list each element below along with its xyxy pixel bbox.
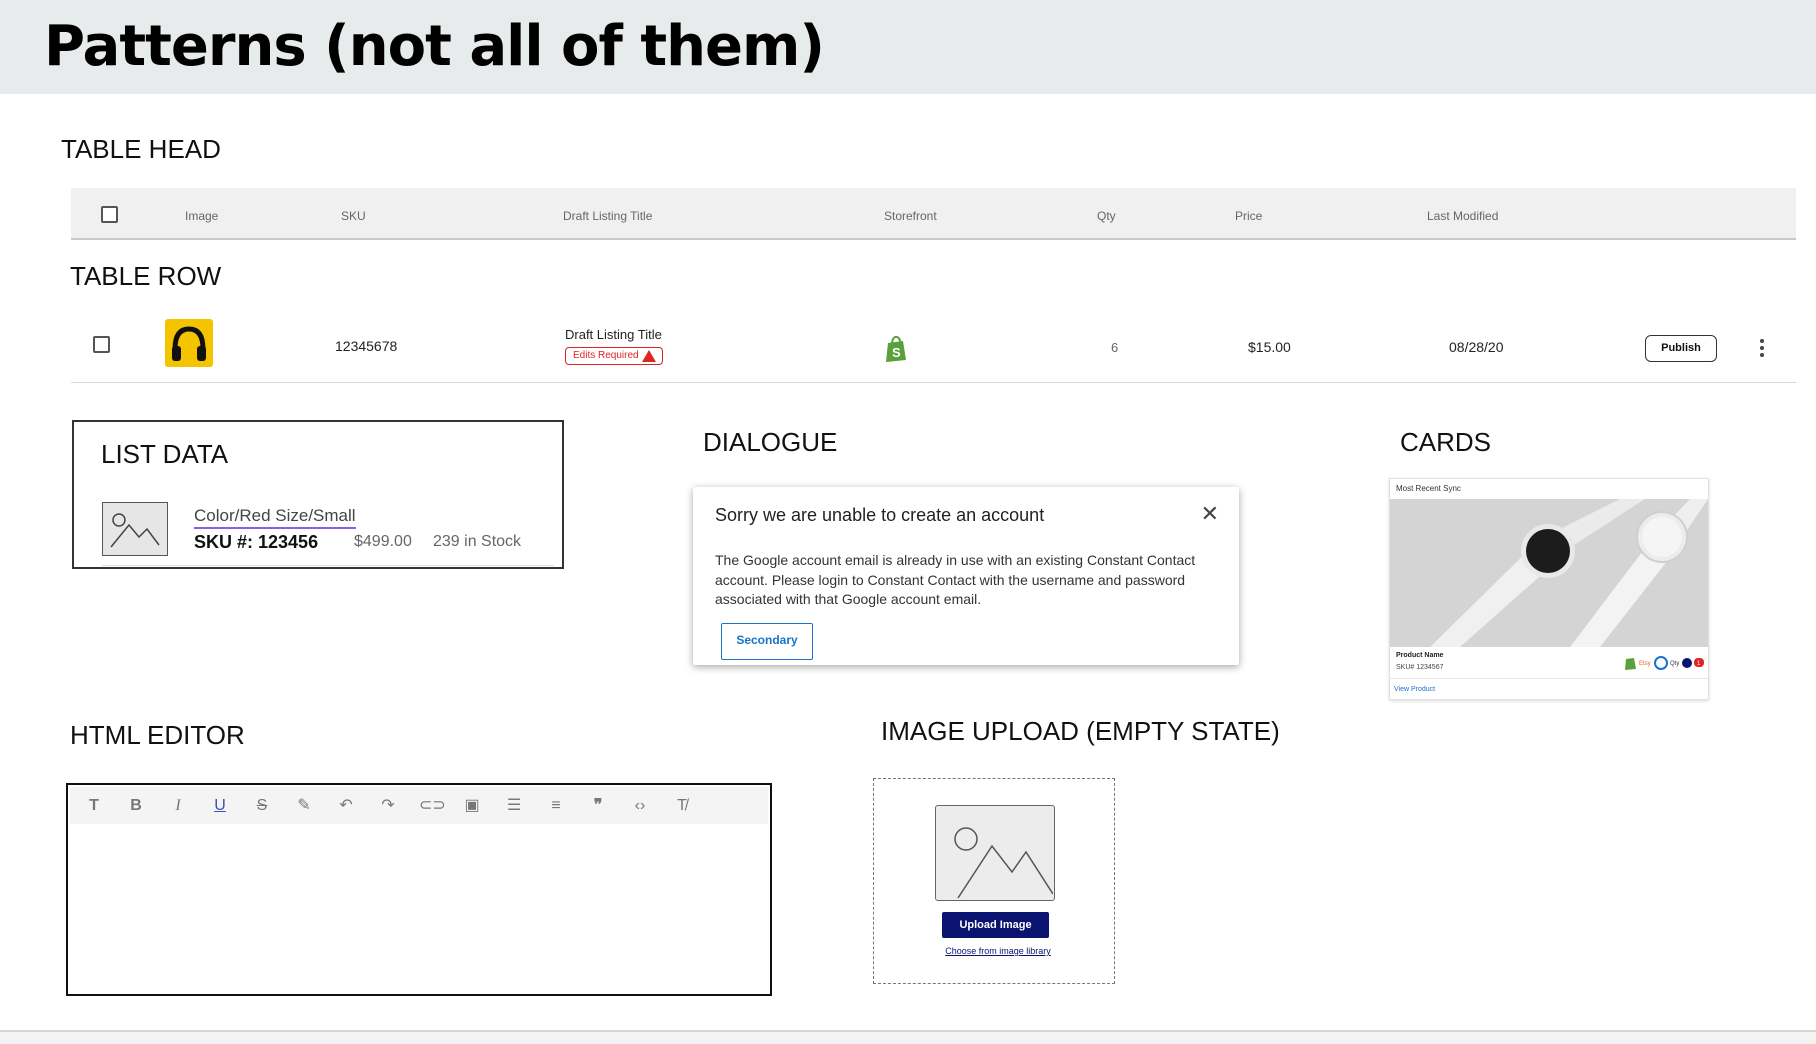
- html-editor[interactable]: T B I U S ✎ ↶ ↷ ⊂⊃ ▣ ☰ ≡ ❞ ‹› T̸: [66, 783, 772, 996]
- column-header-last-modified[interactable]: Last Modified: [1427, 209, 1498, 223]
- etsy-label: Etsy: [1639, 661, 1651, 667]
- list-divider: [102, 565, 554, 566]
- strikethrough-icon[interactable]: S: [251, 795, 273, 817]
- qty-label: Qty: [1670, 661, 1679, 667]
- column-header-storefront[interactable]: Storefront: [884, 209, 937, 223]
- column-header-price[interactable]: Price: [1235, 209, 1262, 223]
- column-header-qty[interactable]: Qty: [1097, 209, 1116, 223]
- secondary-button[interactable]: Secondary: [721, 623, 813, 660]
- list-item-price: $499.00: [354, 533, 412, 550]
- quote-icon[interactable]: ❞: [587, 795, 609, 817]
- underline-icon[interactable]: U: [209, 795, 231, 817]
- edits-required-badge[interactable]: Edits Required: [565, 347, 663, 365]
- editor-toolbar: T B I U S ✎ ↶ ↷ ⊂⊃ ▣ ☰ ≡ ❞ ‹› T̸: [70, 787, 768, 824]
- card-sku: SKU# 1234567: [1396, 664, 1444, 671]
- table-head: Image SKU Draft Listing Title Storefront…: [71, 188, 1796, 240]
- link-icon[interactable]: ⊂⊃: [419, 795, 446, 817]
- column-header-sku[interactable]: SKU: [341, 209, 366, 223]
- more-options-icon[interactable]: [1759, 339, 1765, 359]
- close-icon[interactable]: ✕: [1201, 501, 1219, 527]
- channel-icons: Etsy Qty 1: [1625, 656, 1704, 670]
- code-icon[interactable]: ‹›: [629, 795, 651, 817]
- clear-format-icon[interactable]: T̸: [671, 795, 693, 817]
- bold-icon[interactable]: B: [125, 795, 147, 817]
- table-row[interactable]: 12345678 Draft Listing Title Edits Requi…: [71, 305, 1796, 383]
- numbered-list-icon[interactable]: ≡: [545, 795, 567, 817]
- footer-band: [0, 1032, 1816, 1044]
- svg-text:S: S: [892, 345, 901, 360]
- publish-button[interactable]: Publish: [1645, 335, 1717, 362]
- warning-icon: [642, 350, 656, 362]
- image-icon[interactable]: ▣: [461, 795, 483, 817]
- row-last-modified: 08/28/20: [1449, 339, 1504, 355]
- choose-from-library-link[interactable]: Choose from image library: [938, 946, 1058, 956]
- section-label-table-row: TABLE ROW: [70, 261, 222, 291]
- list-item-stock: 239 in Stock: [433, 533, 522, 550]
- image-placeholder-icon: [935, 805, 1055, 901]
- card-header: Most Recent Sync: [1396, 484, 1461, 493]
- product-card[interactable]: Most Recent Sync Product Name SKU# 12345…: [1389, 478, 1709, 700]
- card-product-name: Product Name: [1396, 652, 1444, 659]
- upload-image-button[interactable]: Upload Image: [942, 912, 1049, 938]
- dialog: Sorry we are unable to create an account…: [693, 487, 1239, 665]
- image-upload-dropzone[interactable]: Upload Image Choose from image library: [873, 778, 1115, 984]
- select-all-checkbox[interactable]: [101, 206, 118, 223]
- section-label-table-head: TABLE HEAD: [61, 134, 221, 164]
- text-style-icon[interactable]: T: [83, 795, 105, 817]
- list-item-sku: SKU #: 123456: [194, 532, 319, 552]
- dialog-title: Sorry we are unable to create an account: [715, 505, 1045, 525]
- section-label-html-editor: HTML EDITOR: [70, 720, 245, 750]
- view-product-link[interactable]: View Product: [1394, 686, 1435, 693]
- list-data-pattern: LIST DATA Color/Red Size/Small SKU #: 12…: [72, 420, 564, 569]
- list-item-attributes[interactable]: Color/Red Size/Small: [194, 506, 356, 529]
- section-label-list-data: LIST DATA: [101, 439, 229, 469]
- row-title[interactable]: Draft Listing Title: [565, 327, 662, 342]
- highlight-icon[interactable]: ✎: [293, 795, 315, 817]
- product-thumbnail: [165, 319, 213, 367]
- column-header-title[interactable]: Draft Listing Title: [563, 209, 652, 223]
- section-label-image-upload: IMAGE UPLOAD (EMPTY STATE): [881, 716, 1280, 746]
- bullet-list-icon[interactable]: ☰: [503, 795, 525, 817]
- row-qty: 6: [1111, 340, 1119, 355]
- section-label-cards: CARDS: [1400, 427, 1492, 457]
- section-label-dialogue: DIALOGUE: [703, 427, 838, 457]
- italic-icon[interactable]: I: [167, 795, 189, 817]
- image-placeholder-icon: [102, 502, 168, 556]
- row-price: $15.00: [1248, 339, 1291, 355]
- shopify-icon: S: [886, 335, 906, 362]
- column-header-image[interactable]: Image: [185, 209, 218, 223]
- edits-required-label: Edits Required: [573, 350, 639, 361]
- undo-icon[interactable]: ↶: [335, 795, 357, 817]
- redo-icon[interactable]: ↷: [377, 795, 399, 817]
- product-image: [1390, 499, 1708, 647]
- dialog-body: The Google account email is already in u…: [715, 552, 1196, 607]
- page-title: Patterns (not all of them): [44, 14, 825, 79]
- card-divider: [1390, 678, 1708, 679]
- headphones-icon: [172, 326, 206, 361]
- row-checkbox[interactable]: [93, 336, 110, 353]
- row-sku: 12345678: [335, 338, 398, 354]
- page-header: Patterns (not all of them): [0, 0, 1816, 94]
